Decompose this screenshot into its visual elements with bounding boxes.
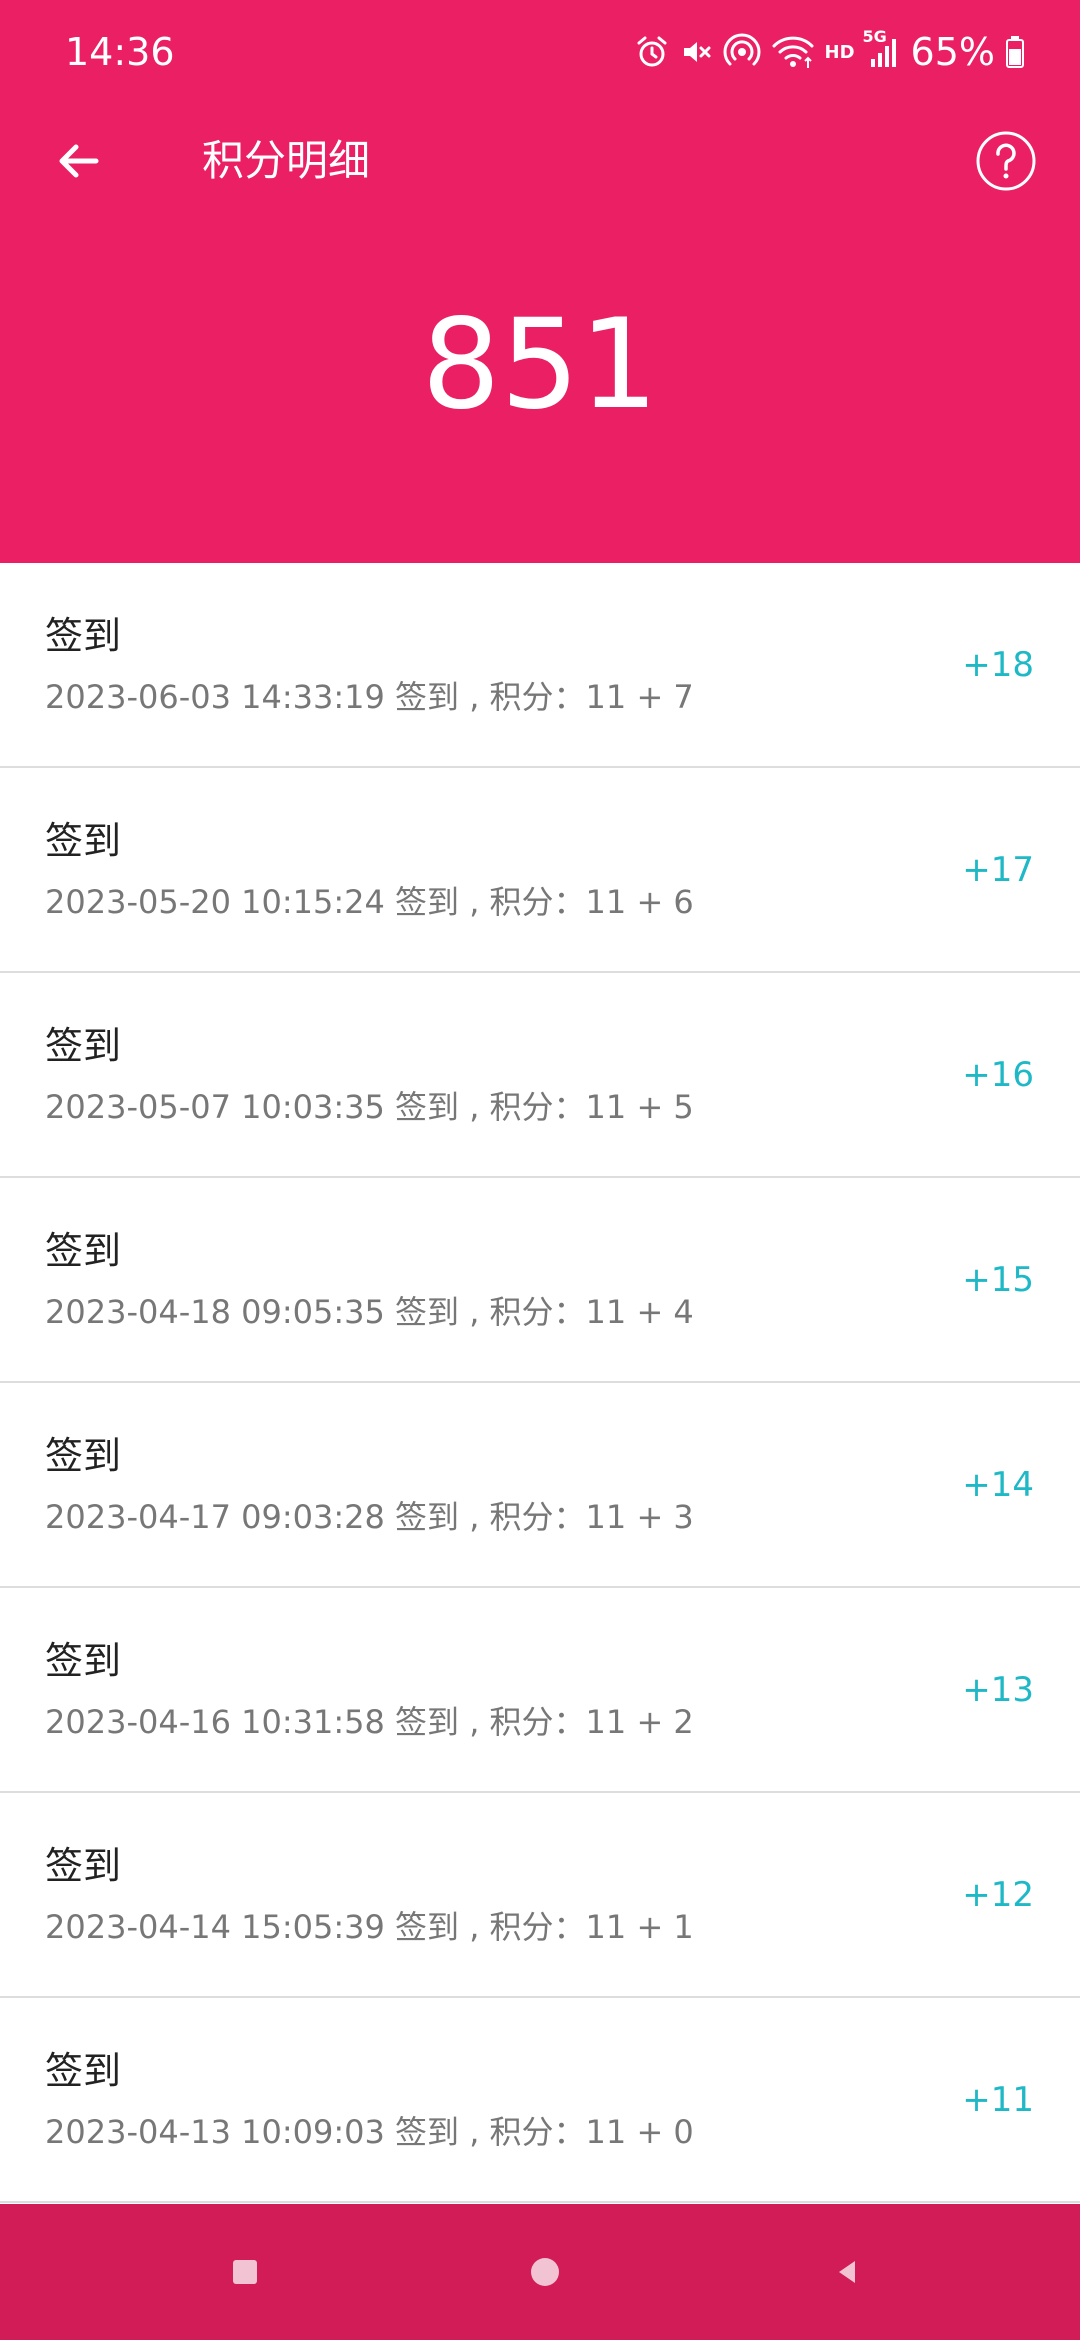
record-points: +15 <box>962 1260 1034 1300</box>
status-icons: HD 5G 65% <box>625 27 1025 77</box>
list-item[interactable]: 签到 2023-04-17 09:03:28 签到 , 积分：11 + 3 +1… <box>0 1383 1080 1588</box>
alarm-icon <box>635 35 669 69</box>
recents-button[interactable] <box>215 2242 275 2302</box>
record-description: 2023-05-07 10:03:35 签到 , 积分：11 + 5 <box>45 1088 694 1126</box>
record-title: 签到 <box>45 1229 122 1273</box>
status-bar: 14:36 HD 5G 65% <box>0 0 1080 105</box>
record-description: 2023-06-03 14:33:19 签到 , 积分：11 + 7 <box>45 678 694 716</box>
list-item[interactable]: 签到 2023-04-16 10:31:58 签到 , 积分：11 + 2 +1… <box>0 1588 1080 1793</box>
battery-icon <box>1005 35 1025 69</box>
signal-icon: 5G <box>863 27 899 69</box>
list-item[interactable]: 签到 2023-04-18 09:05:35 签到 , 积分：11 + 4 +1… <box>0 1178 1080 1383</box>
record-title: 签到 <box>45 2049 122 2093</box>
record-title: 签到 <box>45 1024 122 1068</box>
record-description: 2023-04-17 09:03:28 签到 , 积分：11 + 3 <box>45 1498 694 1536</box>
network-type-label: 5G <box>862 27 887 46</box>
recents-icon <box>233 2260 257 2284</box>
record-description: 2023-05-20 10:15:24 签到 , 积分：11 + 6 <box>45 883 694 921</box>
system-nav-bar <box>0 2204 1080 2340</box>
list-item[interactable]: 签到 2023-04-13 10:09:03 签到 , 积分：11 + 0 +1… <box>0 1998 1080 2203</box>
back-button[interactable] <box>40 123 116 199</box>
record-title: 签到 <box>45 1844 122 1888</box>
status-time: 14:36 <box>65 30 175 74</box>
record-points: +16 <box>962 1055 1034 1095</box>
nav-back-button[interactable] <box>818 2242 878 2302</box>
record-title: 签到 <box>45 1434 122 1478</box>
points-record-list: 签到 2023-06-03 14:33:19 签到 , 积分：11 + 7 +1… <box>0 563 1080 2203</box>
record-points: +14 <box>962 1465 1034 1505</box>
help-circle-icon <box>976 131 1036 191</box>
record-points: +17 <box>962 850 1034 890</box>
record-title: 签到 <box>45 1639 122 1683</box>
record-description: 2023-04-14 15:05:39 签到 , 积分：11 + 1 <box>45 1908 694 1946</box>
list-item[interactable]: 签到 2023-04-14 15:05:39 签到 , 积分：11 + 1 +1… <box>0 1793 1080 1998</box>
record-points: +18 <box>962 645 1034 685</box>
mute-icon <box>679 35 713 69</box>
battery-percent: 65% <box>910 30 995 74</box>
record-description: 2023-04-13 10:09:03 签到 , 积分：11 + 0 <box>45 2113 694 2151</box>
record-description: 2023-04-16 10:31:58 签到 , 积分：11 + 2 <box>45 1703 694 1741</box>
home-icon <box>531 2258 559 2286</box>
hd-label: HD <box>824 41 855 63</box>
record-points: +13 <box>962 1670 1034 1710</box>
page-title: 积分明细 <box>202 136 371 185</box>
header: 14:36 HD 5G 65% 积分明细 851 <box>0 0 1080 563</box>
record-title: 签到 <box>45 614 122 658</box>
list-item[interactable]: 签到 2023-05-07 10:03:35 签到 , 积分：11 + 5 +1… <box>0 973 1080 1178</box>
record-description: 2023-04-18 09:05:35 签到 , 积分：11 + 4 <box>45 1293 694 1331</box>
total-points: 851 <box>421 293 659 437</box>
record-points: +11 <box>962 2080 1034 2120</box>
hotspot-icon <box>723 33 761 71</box>
toolbar: 积分明细 <box>0 105 1080 217</box>
record-points: +12 <box>962 1875 1034 1915</box>
home-button[interactable] <box>515 2242 575 2302</box>
back-icon <box>839 2261 855 2283</box>
help-button[interactable] <box>970 125 1042 197</box>
record-title: 签到 <box>45 819 122 863</box>
wifi-icon <box>771 34 815 70</box>
arrow-left-icon <box>59 144 99 178</box>
list-item[interactable]: 签到 2023-06-03 14:33:19 签到 , 积分：11 + 7 +1… <box>0 563 1080 768</box>
list-item[interactable]: 签到 2023-05-20 10:15:24 签到 , 积分：11 + 6 +1… <box>0 768 1080 973</box>
